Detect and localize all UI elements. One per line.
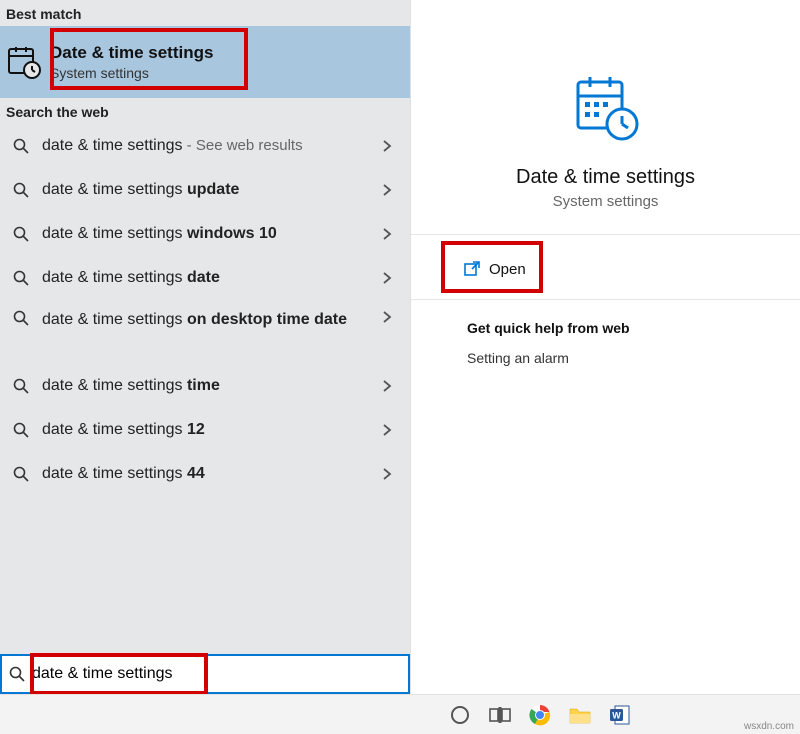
cortana-icon[interactable] [440,695,480,734]
task-view-icon[interactable] [480,695,520,734]
svg-text:W: W [612,710,621,720]
web-result-item[interactable]: date & time settings windows 10 [0,212,410,256]
web-result-text: date & time settings windows 10 [42,224,382,245]
web-result-item[interactable]: date & time settings - See web results [0,124,410,168]
web-result-item[interactable]: date & time settings update [0,168,410,212]
search-web-header: Search the web [0,98,410,124]
web-result-text: date & time settings date [42,268,382,289]
watermark: wsxdn.com [744,721,794,732]
open-button[interactable]: Open [447,245,764,293]
best-match-result[interactable]: Date & time settings System settings [0,26,410,98]
separator [411,299,800,300]
preview-title: Date & time settings [516,166,695,189]
search-icon [10,182,32,198]
calendar-clock-icon [2,40,46,84]
search-box[interactable] [0,654,410,694]
search-icon [10,270,32,286]
search-input[interactable] [32,656,408,692]
search-icon [2,666,32,682]
file-explorer-icon[interactable] [560,695,600,734]
search-icon [10,226,32,242]
open-icon [463,260,489,278]
best-match-subtitle: System settings [50,65,213,81]
preview-subtitle: System settings [553,193,659,210]
help-link[interactable]: Setting an alarm [467,350,744,366]
web-result-text: date & time settings 12 [42,420,382,441]
chevron-right-icon [382,467,400,481]
chevron-right-icon [382,379,400,393]
best-match-header: Best match [0,0,410,26]
web-result-text: date & time settings on desktop time dat… [42,310,382,331]
web-result-text: date & time settings update [42,180,382,201]
preview-pane: Date & time settings System settings Ope… [410,0,800,694]
search-icon [10,466,32,482]
word-icon[interactable]: W [600,695,640,734]
search-results-pane: Best match Date & time settings [0,0,410,694]
web-result-item[interactable]: date & time settings 44 [0,452,410,496]
web-result-text: date & time settings time [42,376,382,397]
best-match-title: Date & time settings [50,43,213,63]
taskbar: W wsxdn.com [0,694,800,734]
open-label: Open [489,261,526,278]
web-result-item[interactable]: date & time settings date [0,256,410,300]
web-results-list: date & time settings - See web results da… [0,124,410,654]
chevron-right-icon [382,271,400,285]
chevron-right-icon [382,227,400,241]
web-result-text: date & time settings - See web results [42,136,382,157]
search-icon [10,138,32,154]
chevron-right-icon [382,310,400,324]
chevron-right-icon [382,183,400,197]
chevron-right-icon [382,423,400,437]
web-result-item[interactable]: date & time settings time [0,364,410,408]
chevron-right-icon [382,139,400,153]
web-result-item[interactable]: date & time settings 12 [0,408,410,452]
web-result-text: date & time settings 44 [42,464,382,485]
search-icon [10,378,32,394]
web-result-item[interactable]: date & time settings on desktop time dat… [0,300,410,364]
search-icon [10,310,32,326]
quick-help-header: Get quick help from web [467,320,744,336]
calendar-clock-icon [566,68,646,148]
search-icon [10,422,32,438]
chrome-icon[interactable] [520,695,560,734]
